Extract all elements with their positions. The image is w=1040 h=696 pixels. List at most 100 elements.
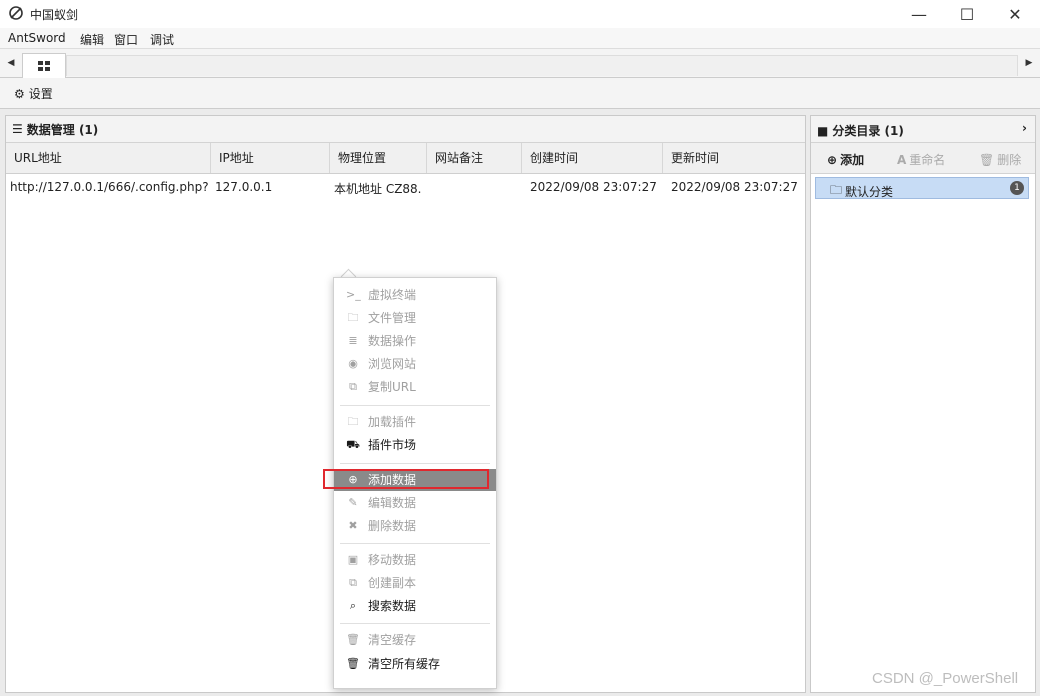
context-menu-item[interactable]: 🗑 清空所有缓存: [334, 653, 496, 675]
context-menu-item-label: 数据操作: [368, 334, 417, 348]
copy-icon: ⧉: [349, 380, 357, 393]
context-menu-item[interactable]: 🗀 文件管理: [334, 307, 496, 329]
settings-button[interactable]: ⚙ 设置: [14, 85, 53, 102]
cart-icon: ⛟: [346, 438, 360, 451]
context-menu-item[interactable]: ◉ 浏览网站: [334, 353, 496, 375]
collapse-arrow-icon[interactable]: ›: [1022, 121, 1027, 135]
tab-home[interactable]: [22, 53, 66, 78]
context-menu-item[interactable]: ⌕ 搜索数据: [334, 595, 496, 617]
database-icon: ≣: [348, 334, 358, 347]
context-menu-item[interactable]: ⧉ 复制URL: [334, 376, 496, 398]
context-menu-item[interactable]: ⛟ 插件市场: [334, 434, 496, 456]
context-menu-item-label: 复制URL: [368, 380, 416, 394]
rename-category-button[interactable]: A 重命名: [897, 151, 945, 168]
context-menu-item[interactable]: ≣ 数据操作: [334, 330, 496, 352]
col-location[interactable]: 物理位置: [330, 143, 427, 173]
edit-icon: ✎: [348, 496, 358, 509]
workspace: ☰ 数据管理 (1) URL地址 IP地址 物理位置 网站备注 创建时间 更新时…: [0, 109, 1040, 696]
window-title: 中国蚁剑: [30, 8, 79, 22]
delete-category-label: 删除: [997, 153, 1022, 167]
maximize-button[interactable]: ☐: [944, 0, 990, 28]
minimize-button[interactable]: —: [896, 0, 942, 28]
context-menu-item[interactable]: 🗀 加载插件: [334, 411, 496, 433]
context-menu-item[interactable]: ✖ 删除数据: [334, 515, 496, 537]
category-panel-title: 分类目录 (1): [832, 124, 904, 138]
context-menu-separator: [340, 463, 490, 464]
col-note[interactable]: 网站备注: [427, 143, 522, 173]
copy-icon: ⧉: [349, 576, 357, 589]
context-menu-separator: [340, 543, 490, 544]
category-panel-header: ■ 分类目录 (1) ›: [811, 116, 1035, 143]
font-icon: A: [897, 152, 907, 167]
tab-scroll-left-icon[interactable]: ◀: [0, 49, 22, 77]
cell-updated: 2022/09/08 23:07:27: [671, 180, 798, 194]
context-menu-item[interactable]: 🗑 清空缓存: [334, 629, 496, 651]
grid-icon: [38, 61, 50, 71]
menu-window[interactable]: 窗口: [114, 31, 138, 48]
folder-icon: 🗀: [347, 311, 359, 324]
menu-edit[interactable]: 编辑: [80, 31, 104, 48]
toolbar: ⚙ 设置: [0, 78, 1040, 109]
browser-icon: ◉: [348, 357, 358, 370]
delete-category-button[interactable]: 🗑 删除: [979, 151, 1021, 168]
col-ip[interactable]: IP地址: [211, 143, 330, 173]
trash-icon: 🗑: [346, 657, 360, 670]
category-panel: ■ 分类目录 (1) › ⊕ 添加 A 重命名 🗑 删除 🗀 默认分类 1: [810, 115, 1036, 693]
category-item[interactable]: 🗀 默认分类 1: [815, 177, 1029, 199]
context-menu-separator: [340, 405, 490, 406]
category-toolbar: ⊕ 添加 A 重命名 🗑 删除: [811, 143, 1035, 174]
context-menu-item-label: 插件市场: [368, 438, 417, 452]
rename-category-label: 重命名: [909, 153, 946, 167]
category-item-label: 默认分类: [845, 185, 894, 199]
watermark: CSDN @_PowerShell: [872, 670, 1019, 687]
context-menu-item-label: 浏览网站: [368, 357, 417, 371]
context-menu-item-label: 加载插件: [368, 415, 417, 429]
cell-ip: 127.0.0.1: [215, 180, 273, 194]
move-icon: ▣: [347, 553, 359, 566]
context-menu-item-label: 创建副本: [368, 576, 417, 590]
settings-label: 设置: [28, 87, 53, 101]
tab-scroll-right-icon[interactable]: ▶: [1018, 49, 1040, 77]
data-panel-title: 数据管理 (1): [26, 122, 99, 137]
trash-icon: 🗑: [346, 633, 360, 646]
trash-icon: 🗑: [979, 152, 995, 167]
context-menu-item[interactable]: >_ 虚拟终端: [334, 284, 496, 306]
context-menu-item-label: 清空所有缓存: [368, 657, 441, 671]
search-icon: ⌕: [349, 599, 357, 612]
context-menu-item-label: 虚拟终端: [368, 288, 417, 302]
context-menu-item-label: 清空缓存: [368, 633, 417, 647]
list-icon: ☰: [12, 122, 23, 136]
col-created[interactable]: 创建时间: [522, 143, 663, 173]
tab-bar: ◀ ▶: [0, 49, 1040, 78]
plus-circle-icon: ⊕: [827, 152, 838, 167]
context-menu-item[interactable]: ▣ 移动数据: [334, 549, 496, 571]
close-button[interactable]: ✕: [992, 0, 1038, 28]
close-icon: ✖: [348, 519, 358, 532]
data-panel-header: ☰ 数据管理 (1): [6, 116, 805, 143]
antsword-logo-icon: [9, 6, 23, 20]
context-menu-item-label: 删除数据: [368, 519, 417, 533]
menu-antsword[interactable]: AntSword: [8, 31, 66, 45]
count-badge: 1: [1010, 181, 1024, 195]
context-menu-item-label: 编辑数据: [368, 496, 417, 510]
folder-icon: ■: [817, 123, 829, 138]
col-url[interactable]: URL地址: [6, 143, 211, 173]
tab-strip: [66, 55, 1018, 76]
context-menu-item-label: 文件管理: [368, 311, 417, 325]
menu-bar: AntSword 编辑 窗口 调试: [0, 28, 1040, 49]
title-bar: 中国蚁剑 — ☐ ✕: [0, 0, 1040, 28]
terminal-icon: >_: [346, 288, 361, 301]
table-row[interactable]: http://127.0.0.1/666/.config.php? 127.0.…: [6, 178, 805, 198]
add-category-button[interactable]: ⊕ 添加: [827, 151, 864, 168]
cell-created: 2022/09/08 23:07:27: [530, 180, 657, 194]
add-category-label: 添加: [840, 153, 865, 167]
context-menu-item[interactable]: ⧉ 创建副本: [334, 572, 496, 594]
gear-icon: ⚙: [14, 86, 25, 101]
context-menu-separator: [340, 623, 490, 624]
col-updated[interactable]: 更新时间: [663, 143, 805, 173]
folder-icon: 🗀: [347, 415, 359, 428]
context-menu-item[interactable]: ✎ 编辑数据: [334, 492, 496, 514]
cell-url: http://127.0.0.1/666/.config.php?: [10, 180, 209, 194]
menu-debug[interactable]: 调试: [150, 31, 174, 48]
context-menu-item-label: 移动数据: [368, 553, 417, 567]
